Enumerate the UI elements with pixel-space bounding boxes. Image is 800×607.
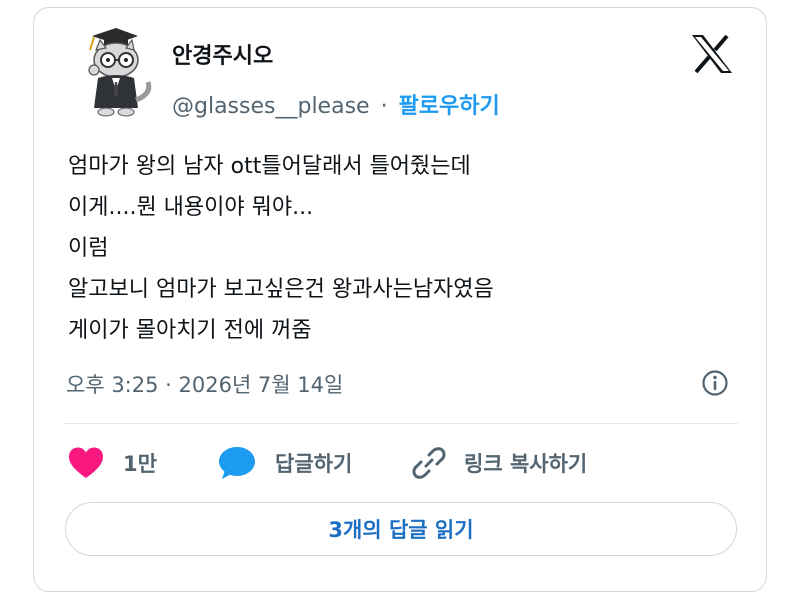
tweet-card: 안경주시오 @glasses__please · 팔로우하기 엄마가 왕의 남자… bbox=[33, 7, 767, 592]
read-replies-button[interactable]: 3개의 답글 읽기 bbox=[65, 502, 737, 556]
display-name[interactable]: 안경주시오 bbox=[172, 38, 273, 70]
divider bbox=[64, 423, 738, 424]
x-logo-icon[interactable] bbox=[690, 34, 734, 74]
copy-link-button[interactable]: 링크 복사하기 bbox=[412, 445, 587, 481]
tweet-line: 이럼 bbox=[68, 236, 109, 261]
reply-button[interactable]: 답글하기 bbox=[217, 445, 352, 481]
separator-dot: · bbox=[380, 94, 388, 119]
follow-button[interactable]: 팔로우하기 bbox=[399, 94, 500, 119]
handle-row: @glasses__please · 팔로우하기 bbox=[172, 88, 500, 120]
reply-label: 답글하기 bbox=[275, 452, 353, 476]
tweet-timestamp[interactable]: 오후 3:25 · 2026년 7월 14일 bbox=[66, 369, 343, 399]
tweet-text: 엄마가 왕의 남자 ott틀어달래서 틀어줬는데 이게....뭔 내용이야 뭐야… bbox=[68, 146, 494, 351]
info-icon[interactable] bbox=[701, 369, 729, 397]
tweet-line: 알고보니 엄마가 보고싶은건 왕과사는남자였음 bbox=[68, 277, 494, 302]
link-icon bbox=[412, 447, 446, 479]
like-button[interactable]: 1만 bbox=[67, 445, 157, 481]
user-handle[interactable]: @glasses__please bbox=[172, 94, 370, 119]
tweet-line: 이게....뭔 내용이야 뭐야... bbox=[68, 195, 314, 220]
copy-link-label: 링크 복사하기 bbox=[464, 452, 588, 476]
avatar[interactable] bbox=[76, 28, 158, 120]
speech-bubble-icon bbox=[219, 447, 255, 479]
tweet-line: 엄마가 왕의 남자 ott틀어달래서 틀어줬는데 bbox=[68, 154, 471, 179]
heart-icon bbox=[69, 447, 103, 478]
like-count: 1만 bbox=[123, 452, 157, 476]
tweet-line: 게이가 몰아치기 전에 꺼줌 bbox=[68, 318, 312, 343]
